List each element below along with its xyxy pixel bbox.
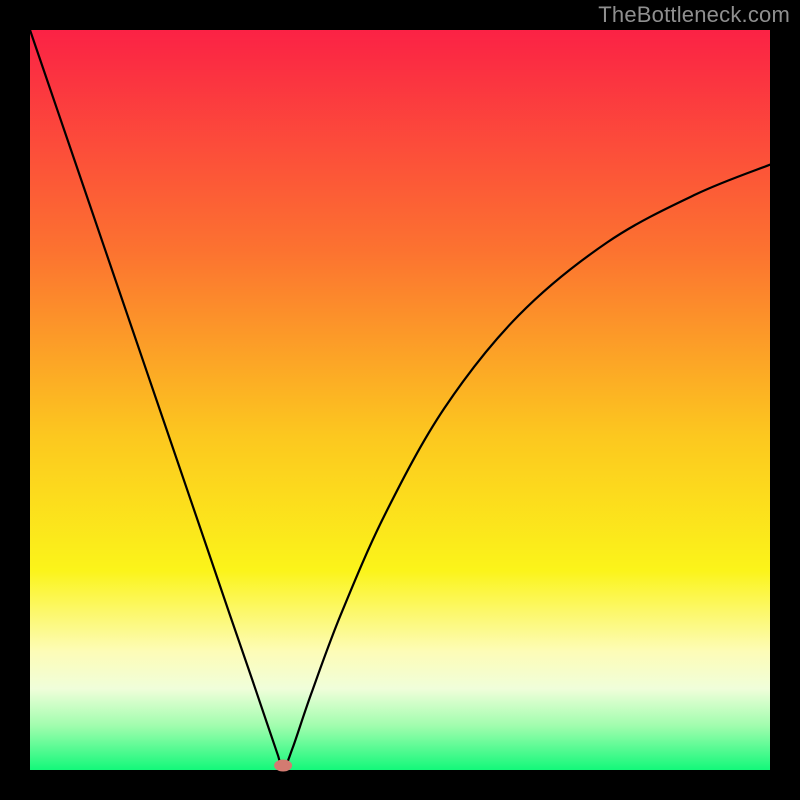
plot-background [30,30,770,770]
optimal-marker [274,760,292,772]
bottleneck-chart [0,0,800,800]
watermark-text: TheBottleneck.com [598,2,790,28]
chart-frame: TheBottleneck.com [0,0,800,800]
